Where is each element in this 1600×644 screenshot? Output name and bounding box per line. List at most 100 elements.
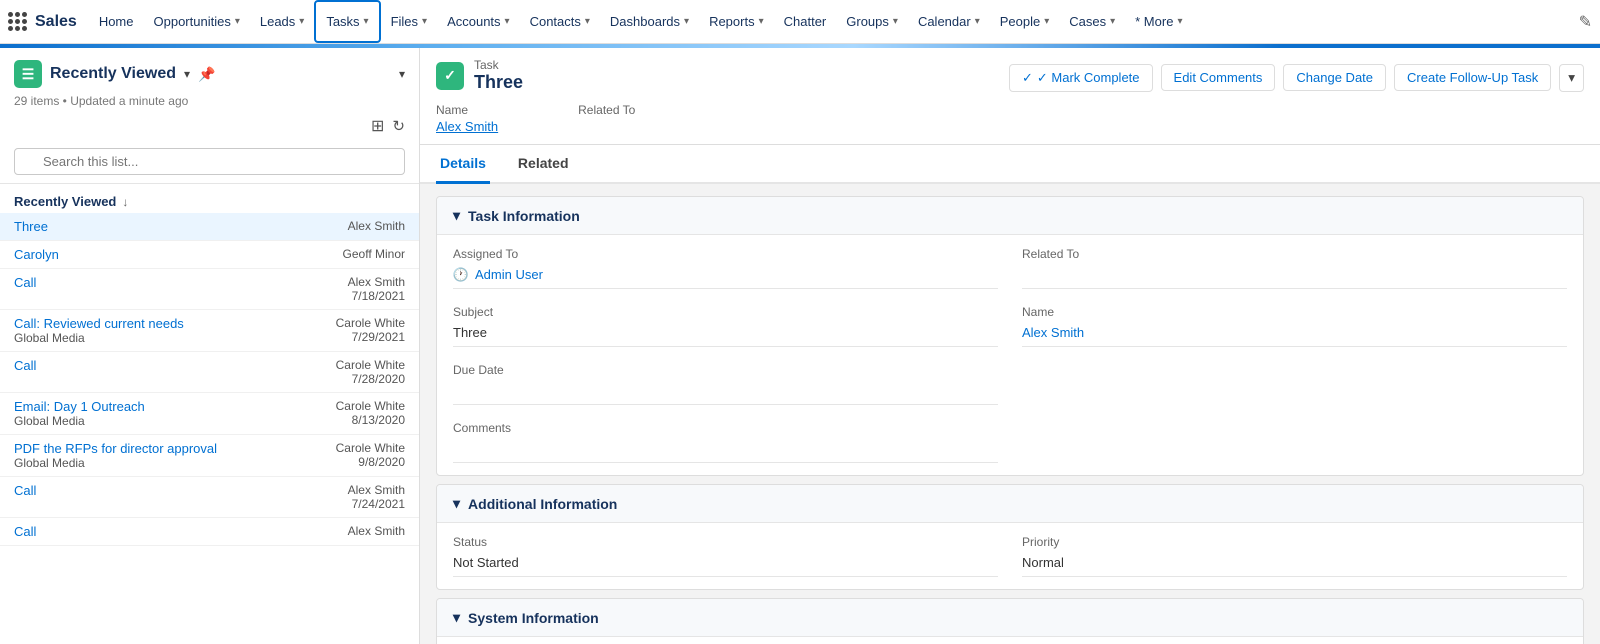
mark-complete-button[interactable]: ✓ ✓ Mark Complete [1009,64,1153,92]
nav-item-chatter[interactable]: Chatter [774,0,837,43]
item-meta: Carole White7/29/2021 [336,316,405,345]
tab-details[interactable]: Details [436,145,490,184]
item-meta: Alex Smith7/24/2021 [348,483,405,511]
list-item[interactable]: Carolyn Geoff Minor [0,241,419,269]
create-follow-up-button[interactable]: Create Follow-Up Task [1394,64,1551,91]
list-item[interactable]: Call Alex Smith7/24/2021 [0,477,419,518]
nav-item-tasks[interactable]: Tasks ▾ [314,0,380,43]
item-name: Three [14,219,48,234]
top-navigation: Sales Home Opportunities ▾ Leads ▾ Tasks… [0,0,1600,44]
sort-icon[interactable]: ↓ [122,195,128,209]
nav-item-home[interactable]: Home [89,0,144,43]
name-link[interactable]: Alex Smith [1022,325,1084,340]
item-meta: Geoff Minor [343,247,405,262]
item-name: Carolyn [14,247,59,262]
nav-item-more[interactable]: * More ▾ [1125,0,1192,43]
mark-complete-label: ✓ Mark Complete [1037,70,1140,86]
item-meta: Carole White7/28/2020 [336,358,405,386]
list-item[interactable]: Email: Day 1 Outreach Global Media Carol… [0,393,419,435]
item-meta: Alex Smith7/18/2021 [348,275,405,303]
nav-item-dashboards[interactable]: Dashboards ▾ [600,0,699,43]
tabs-row: Details Related [420,145,1600,184]
list-item[interactable]: Call Carole White7/28/2020 [0,352,419,393]
nav-item-cases[interactable]: Cases ▾ [1059,0,1125,43]
section-task-info-header[interactable]: ▾ Task Information [437,197,1583,235]
main-layout: ☰ Recently Viewed ▾ 📌 ▾ 29 items • Updat… [0,48,1600,644]
refresh-icon[interactable]: ↻ [392,117,405,135]
item-name: PDF the RFPs for director approval [14,441,217,456]
section-title: Task Information [468,208,580,224]
field-value: Not Started ✎ [453,553,998,577]
nav-item-people[interactable]: People ▾ [990,0,1060,43]
list-item[interactable]: Call Alex Smith7/18/2021 [0,269,419,310]
item-sub: Global Media [14,456,217,470]
task-type-icon: ✓ [436,62,464,90]
field-value: ✎ [453,381,998,405]
task-name-field: Name Alex Smith [436,103,498,134]
actions-dropdown-button[interactable]: ▾ [1559,64,1584,92]
sidebar-dropdown-arrow[interactable]: ▾ [399,67,405,81]
dots-icon [8,12,27,31]
app-launcher[interactable]: Sales [8,12,77,31]
nav-item-accounts[interactable]: Accounts ▾ [437,0,520,43]
item-name: Call [14,483,36,511]
list-sort-label: Recently Viewed [14,194,116,209]
collapse-icon: ▾ [453,609,460,626]
section-system-header[interactable]: ▾ System Information [437,599,1583,637]
chevron-icon: ▾ [1110,16,1115,27]
nav-item-opportunities[interactable]: Opportunities ▾ [144,0,250,43]
field-label: Name [1022,305,1567,319]
field-value: ✎ [453,439,998,463]
field-value: Three ✎ [453,323,998,347]
section-additional-header[interactable]: ▾ Additional Information [437,485,1583,523]
field-label: Related To [1022,247,1567,261]
nav-item-reports[interactable]: Reports ▾ [699,0,774,43]
change-date-label: Change Date [1296,70,1373,85]
content-area: ✓ Task Three ✓ ✓ Mark Complete Edit Comm… [420,48,1600,644]
field-subject: Subject Three ✎ [453,305,998,347]
item-sub: Global Media [14,414,145,428]
change-date-button[interactable]: Change Date [1283,64,1386,91]
chevron-icon: ▾ [235,16,240,27]
nav-item-leads[interactable]: Leads ▾ [250,0,314,43]
chevron-icon: ▾ [1044,16,1049,27]
item-meta: Carole White9/8/2020 [336,441,405,470]
chevron-icon: ▾ [585,16,590,27]
app-name: Sales [35,13,77,31]
field-status: Status Not Started ✎ [453,535,998,577]
nav-item-groups[interactable]: Groups ▾ [836,0,908,43]
chevron-icon: ▾ [893,16,898,27]
list-item[interactable]: PDF the RFPs for director approval Globa… [0,435,419,477]
search-input[interactable] [14,148,405,175]
field-label: Comments [453,421,998,435]
item-name: Call: Reviewed current needs [14,316,184,331]
field-due-date: Due Date ✎ [453,363,998,405]
nav-item-files[interactable]: Files ▾ [381,0,437,43]
field-label: Status [453,535,998,549]
nav-items: Home Opportunities ▾ Leads ▾ Tasks ▾ Fil… [89,0,1579,43]
item-name: Email: Day 1 Outreach [14,399,145,414]
nav-item-contacts[interactable]: Contacts ▾ [520,0,600,43]
priority-value: Normal [1022,555,1064,570]
list-item[interactable]: Call: Reviewed current needs Global Medi… [0,310,419,352]
chevron-icon: ▾ [975,16,980,27]
list-item[interactable]: Three Alex Smith [0,213,419,241]
nav-item-calendar[interactable]: Calendar ▾ [908,0,990,43]
task-type-info: Task Three [474,58,523,93]
edit-comments-button[interactable]: Edit Comments [1161,64,1276,91]
sidebar-title-row: ☰ Recently Viewed ▾ 📌 ▾ [14,60,405,88]
item-name: Call [14,524,36,539]
sidebar-title-chevron[interactable]: ▾ [184,67,190,81]
pin-icon[interactable]: 📌 [198,66,215,83]
field-assigned-to: Assigned To 🕐 Admin User ✎ [453,247,998,289]
assigned-to-link[interactable]: Admin User [475,267,543,282]
task-name-value[interactable]: Alex Smith [436,119,498,134]
section-additional-information: ▾ Additional Information Status Not Star… [436,484,1584,590]
edit-nav-icon[interactable]: ✎ [1579,12,1592,32]
list-item[interactable]: Call Alex Smith [0,518,419,546]
task-header-fields: Name Alex Smith Related To [436,97,1584,134]
item-meta: Alex Smith [348,219,405,234]
detail-body: ▾ Task Information Assigned To 🕐 Admin U… [420,184,1600,644]
tab-related[interactable]: Related [514,145,573,184]
list-view-icon[interactable]: ⊞ [371,116,384,136]
